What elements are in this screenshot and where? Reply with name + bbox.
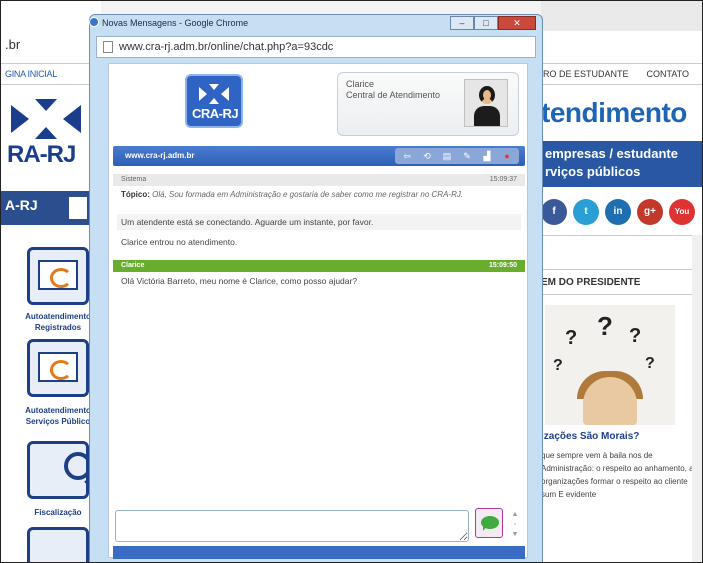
address-bar[interactable]: www.cra-rj.adm.br/online/chat.php?a=93cd… — [96, 36, 536, 58]
agent-role: Central de Atendimento — [346, 90, 441, 100]
youtube-icon[interactable]: You — [669, 199, 695, 225]
speech-bubble-icon — [481, 516, 499, 531]
system-connecting: Um atendente está se conectando. Aguarde… — [117, 214, 521, 230]
refresh-icon[interactable]: ⟲ — [418, 148, 436, 164]
background-url: .br — [5, 37, 21, 52]
page-icon — [103, 41, 113, 53]
system-header: Sistema 15:09:37 — [113, 174, 525, 186]
close-circle-icon[interactable]: ● — [498, 148, 516, 164]
facebook-icon[interactable]: f — [541, 199, 567, 225]
topic-label: Tópico: — [121, 190, 150, 199]
article-body: que sempre vem à baila nos de Administra… — [541, 451, 698, 499]
band-line-2: rviços públicos — [545, 164, 641, 179]
site-band: empresas / estudante rviços públicos — [541, 141, 702, 187]
site-headline: tendimento — [541, 97, 687, 128]
twitter-icon[interactable]: t — [573, 199, 599, 225]
system-sender: Sistema — [121, 176, 147, 183]
background-site-left: .br GINA INICIAL RA-RJ A-RJ Autoatendime… — [1, 1, 101, 562]
refresh-window-icon — [38, 260, 78, 290]
page-scrollbar[interactable] — [692, 235, 702, 562]
close-button[interactable]: ✕ — [498, 16, 536, 30]
site-label: www.cra-rj.adm.br — [125, 151, 195, 160]
logo-text: RA-RJ — [7, 141, 76, 168]
chrome-icon — [89, 17, 99, 27]
chat-toolbar: www.cra-rj.adm.br ⇦ ⟲ ▤ ✎ ▟ ● — [113, 146, 525, 166]
googleplus-icon[interactable]: g+ — [637, 199, 663, 225]
agent-info: Clarice Central de Atendimento — [346, 79, 440, 101]
nav-contato-link[interactable]: CONTATO — [647, 69, 690, 79]
agent-time: 15:09:50 — [488, 262, 517, 269]
avatar-head — [479, 86, 495, 104]
tile-autoatendimento-servicos[interactable] — [27, 339, 89, 397]
question-mark-icon: ? — [565, 327, 578, 349]
window-title: Novas Mensagens - Google Chrome — [102, 18, 249, 28]
question-mark-icon: ? — [645, 355, 655, 372]
window-controls: – □ ✕ — [450, 16, 536, 30]
refresh-window-icon — [38, 352, 78, 382]
browser-chrome-strip — [541, 1, 702, 31]
print-icon[interactable]: ▤ — [438, 148, 456, 164]
topic-message: Tópico: Olá, Sou formada em Administraçã… — [121, 190, 517, 200]
agent-sender: Clarice — [121, 262, 145, 269]
message-input[interactable] — [115, 510, 469, 542]
question-mark-icon: ? — [553, 357, 563, 374]
cra-logo-mark-icon — [11, 99, 81, 139]
topic-text: Olá, Sou formada em Administração e gost… — [152, 190, 464, 199]
chart-icon[interactable]: ▟ — [478, 148, 496, 164]
agent-avatar — [464, 79, 508, 127]
send-button[interactable] — [475, 508, 503, 538]
system-time: 15:09:37 — [489, 176, 517, 183]
section-title: EM DO PRESIDENTE — [541, 269, 702, 295]
article-image[interactable]: ? ? ? ? ? — [545, 305, 675, 425]
tile-chat[interactable] — [27, 527, 89, 562]
maximize-button[interactable]: □ — [474, 16, 498, 30]
background-site-right: RO DE ESTUDANTE CONTATO tendimento empres… — [541, 1, 702, 562]
top-nav: RO DE ESTUDANTE CONTATO — [541, 63, 702, 85]
minimize-button[interactable]: – — [450, 16, 474, 30]
chat-footer-bar — [113, 546, 525, 559]
person-face — [583, 377, 637, 425]
linkedin-icon[interactable]: in — [605, 199, 631, 225]
nav-estudante-link[interactable]: RO DE ESTUDANTE — [543, 69, 629, 79]
system-entered: Clarice entrou no atendimento. — [121, 237, 238, 247]
agent-card: Clarice Central de Atendimento — [337, 72, 519, 136]
chat-logo-text: CRA-RJ — [192, 106, 239, 121]
message-list: Sistema 15:09:37 Tópico: Olá, Sou formad… — [113, 174, 525, 504]
site-banner-bar: A-RJ — [1, 191, 101, 225]
address-text: www.cra-rj.adm.br/online/chat.php?a=93cd… — [119, 41, 334, 53]
agent-name: Clarice — [346, 79, 375, 89]
magnifier-icon — [64, 452, 92, 480]
cra-logo-mark-icon — [199, 84, 229, 104]
cra-rj-logo[interactable]: RA-RJ — [1, 93, 101, 183]
question-mark-icon: ? — [597, 311, 613, 341]
screenshot: .br GINA INICIAL RA-RJ A-RJ Autoatendime… — [0, 0, 703, 563]
tile-autoatendimento-registrados[interactable] — [27, 247, 89, 305]
arrow-icon[interactable]: ⇦ — [398, 148, 416, 164]
avatar-body — [474, 106, 500, 126]
question-mark-icon: ? — [629, 325, 642, 347]
scroll-arrows[interactable]: ▲ ◦ ▼ — [509, 510, 521, 540]
banner-text: A-RJ — [5, 197, 38, 213]
band-line-1: empresas / estudante — [545, 146, 678, 161]
cra-rj-chat-logo: CRA-RJ — [185, 74, 243, 128]
agent-header: Clarice 15:09:50 — [113, 260, 525, 272]
agent-message: Olá Victória Barreto, meu nome é Clarice… — [121, 276, 358, 286]
divider — [541, 235, 702, 236]
banner-square — [69, 197, 87, 219]
chat-page: CRA-RJ Clarice Central de Atendimento ww… — [108, 63, 528, 559]
tile-fiscalizacao[interactable] — [27, 441, 92, 499]
chat-popup-window: Novas Mensagens - Google Chrome – □ ✕ ww… — [89, 14, 543, 562]
article-title[interactable]: izações São Morais? — [541, 431, 639, 442]
toolbar-buttons: ⇦ ⟲ ▤ ✎ ▟ ● — [395, 148, 519, 164]
edit-icon[interactable]: ✎ — [458, 148, 476, 164]
nav-home-link[interactable]: GINA INICIAL — [1, 63, 101, 85]
